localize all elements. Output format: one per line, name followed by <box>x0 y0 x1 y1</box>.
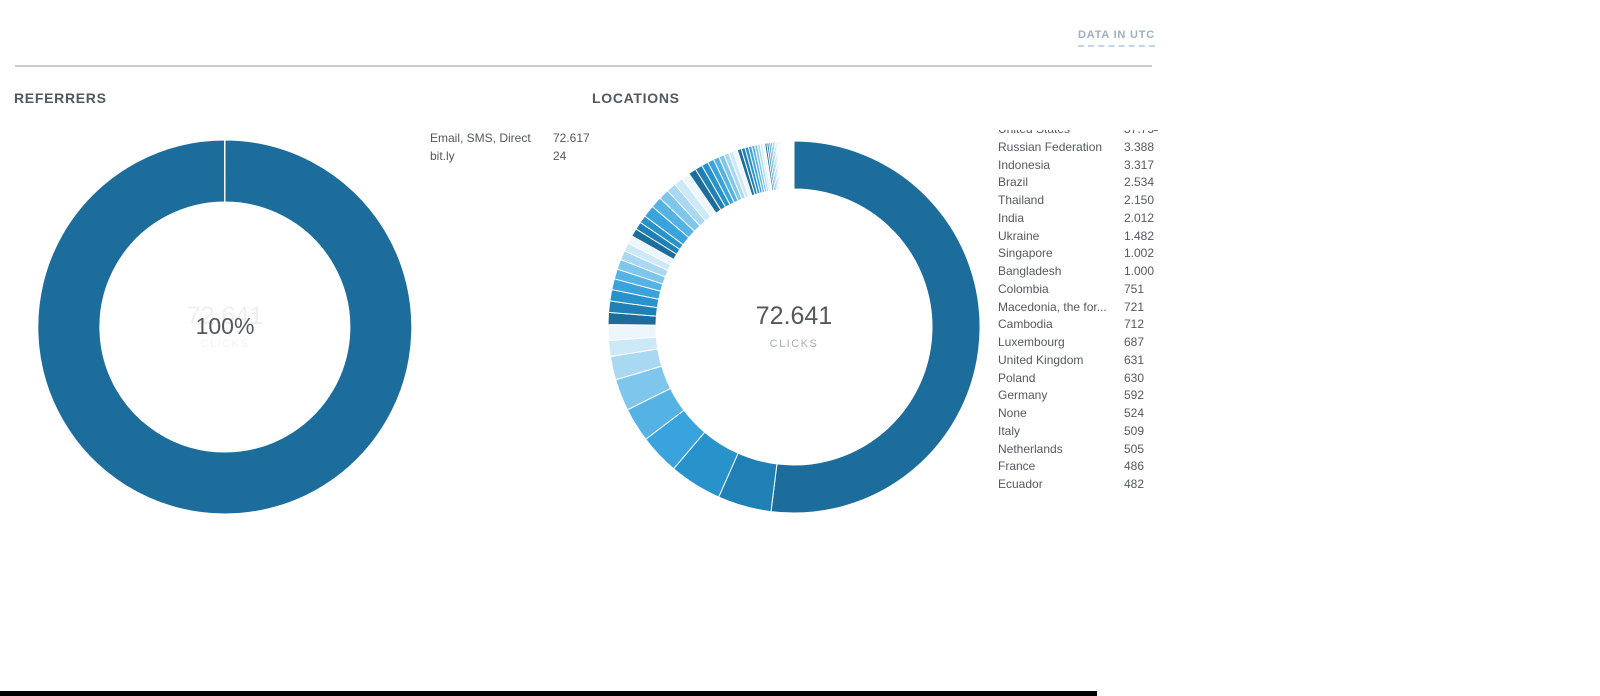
legend-value: 24 <box>553 148 566 166</box>
legend-row[interactable]: United States37.754 <box>998 130 1158 139</box>
legend-value: 37.754 <box>1124 130 1158 139</box>
legend-value: 630 <box>1124 370 1144 388</box>
legend-row[interactable]: Singapore1.002 <box>998 245 1158 263</box>
legend-row[interactable]: Russian Federation3.388 <box>998 139 1158 157</box>
referrers-donut-chart[interactable] <box>36 138 414 516</box>
legend-value: 1.482 <box>1124 228 1154 246</box>
legend-label: Singapore <box>998 245 1124 263</box>
legend-label: Germany <box>998 387 1124 405</box>
legend-row[interactable]: Italy509 <box>998 423 1158 441</box>
legend-row[interactable]: Ukraine1.482 <box>998 228 1158 246</box>
legend-row[interactable]: France486 <box>998 458 1158 476</box>
legend-row[interactable]: India2.012 <box>998 210 1158 228</box>
stats-page: DATA IN UTC REFERRERS LOCATIONS 72.641 C… <box>0 0 1600 696</box>
legend-row[interactable]: Macedonia, the for...721 <box>998 299 1158 317</box>
legend-label: Colombia <box>998 281 1124 299</box>
legend-label: United States <box>998 130 1124 139</box>
legend-row[interactable]: Cambodia712 <box>998 316 1158 334</box>
legend-value: 751 <box>1124 281 1144 299</box>
legend-value: 721 <box>1124 299 1144 317</box>
legend-value: 1.000 <box>1124 263 1154 281</box>
legend-label: India <box>998 210 1124 228</box>
legend-row[interactable]: United Kingdom631 <box>998 352 1158 370</box>
legend-label: bit.ly <box>430 148 553 166</box>
legend-label: Luxembourg <box>998 334 1124 352</box>
legend-row[interactable]: Poland630 <box>998 370 1158 388</box>
legend-row[interactable]: None524 <box>998 405 1158 423</box>
legend-value: 505 <box>1124 441 1144 459</box>
legend-label: Poland <box>998 370 1124 388</box>
legend-value: 2.534 <box>1124 174 1154 192</box>
legend-label: Netherlands <box>998 441 1124 459</box>
legend-row[interactable]: Indonesia3.317 <box>998 157 1158 175</box>
legend-value: 509 <box>1124 423 1144 441</box>
header-divider <box>15 65 1152 67</box>
legend-row[interactable]: Ecuador482 <box>998 476 1158 494</box>
legend-value: 592 <box>1124 387 1144 405</box>
referrers-section-title: REFERRERS <box>14 90 107 106</box>
legend-label: United Kingdom <box>998 352 1124 370</box>
legend-label: Ecuador <box>998 476 1124 494</box>
donut-slice[interactable] <box>771 141 980 513</box>
legend-value: 482 <box>1124 476 1144 494</box>
legend-value: 72.617 <box>553 130 590 148</box>
bottom-window-edge <box>0 691 1097 696</box>
legend-value: 2.012 <box>1124 210 1154 228</box>
legend-label: Cambodia <box>998 316 1124 334</box>
data-in-utc-link[interactable]: DATA IN UTC <box>1078 29 1155 47</box>
legend-label: Indonesia <box>998 157 1124 175</box>
legend-value: 486 <box>1124 458 1144 476</box>
locations-legend-viewport[interactable]: United States37.754Russian Federation3.3… <box>998 130 1158 498</box>
legend-value: 3.388 <box>1124 139 1154 157</box>
legend-row[interactable]: Netherlands505 <box>998 441 1158 459</box>
legend-value: 1.002 <box>1124 245 1154 263</box>
legend-row[interactable]: Email, SMS, Direct72.617 <box>430 130 610 148</box>
locations-section-title: LOCATIONS <box>592 90 680 106</box>
legend-row[interactable]: Luxembourg687 <box>998 334 1158 352</box>
legend-label: Bangladesh <box>998 263 1124 281</box>
legend-label: Ukraine <box>998 228 1124 246</box>
legend-value: 687 <box>1124 334 1144 352</box>
legend-label: Macedonia, the for... <box>998 299 1124 317</box>
locations-donut-chart[interactable] <box>605 138 983 516</box>
legend-label: None <box>998 405 1124 423</box>
legend-value: 3.317 <box>1124 157 1154 175</box>
legend-label: Email, SMS, Direct <box>430 130 553 148</box>
legend-row[interactable]: Brazil2.534 <box>998 174 1158 192</box>
legend-row[interactable]: Germany592 <box>998 387 1158 405</box>
legend-row[interactable]: Colombia751 <box>998 281 1158 299</box>
legend-label: Thailand <box>998 192 1124 210</box>
legend-row[interactable]: bit.ly24 <box>430 148 610 166</box>
legend-value: 631 <box>1124 352 1144 370</box>
legend-label: France <box>998 458 1124 476</box>
legend-value: 524 <box>1124 405 1144 423</box>
legend-row[interactable]: Thailand2.150 <box>998 192 1158 210</box>
legend-row[interactable]: Bangladesh1.000 <box>998 263 1158 281</box>
locations-legend: United States37.754Russian Federation3.3… <box>998 130 1158 494</box>
legend-value: 712 <box>1124 316 1144 334</box>
legend-value: 2.150 <box>1124 192 1154 210</box>
legend-label: Italy <box>998 423 1124 441</box>
referrers-legend: Email, SMS, Direct72.617bit.ly24 <box>430 130 610 166</box>
legend-label: Russian Federation <box>998 139 1124 157</box>
legend-label: Brazil <box>998 174 1124 192</box>
